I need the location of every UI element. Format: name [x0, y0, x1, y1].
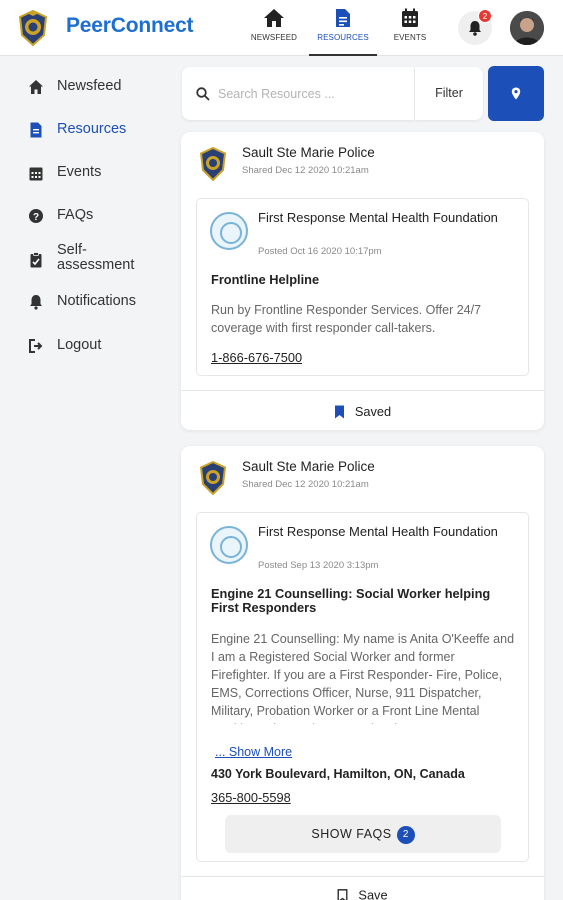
show-faqs-button[interactable]: SHOW FAQS 2 [225, 815, 501, 853]
saved-label: Saved [354, 404, 392, 420]
location-pin-icon [511, 87, 521, 100]
posted-date: Posted Oct 16 2020 10:17pm [258, 246, 382, 257]
document-icon [336, 9, 350, 27]
resource-title: Engine 21 Counselling: Social Worker hel… [211, 586, 491, 615]
poster-name[interactable]: Sault Ste Marie Police [242, 145, 375, 160]
bell-icon [469, 21, 481, 36]
show-faqs-label: SHOW FAQS [311, 827, 392, 841]
sidebar-item-label: Events [57, 164, 102, 180]
tab-events[interactable]: EVENTS [376, 8, 444, 56]
resource-title: Frontline Helpline [211, 272, 320, 287]
resource-description: Engine 21 Counselling: My name is Anita … [211, 632, 515, 724]
clipboard-icon [30, 252, 42, 268]
filter-button[interactable]: Filter [415, 67, 483, 120]
resource-phone-link[interactable]: 365-800-5598 [211, 790, 291, 805]
user-photo-icon [510, 11, 544, 45]
tab-events-label: EVENTS [393, 33, 427, 42]
logout-icon [29, 339, 43, 353]
home-icon [29, 80, 43, 94]
posted-date: Posted Sep 13 2020 3:13pm [258, 560, 379, 571]
sidebar-item-logout[interactable]: Logout [28, 337, 101, 354]
search-icon [196, 87, 210, 101]
resource-address: 430 York Boulevard, Hamilton, ON, Canada [211, 767, 465, 781]
sidebar-item-self-assessment[interactable]: Self-assessment [28, 243, 147, 273]
bookmark-filled-icon [334, 405, 344, 419]
sidebar-item-newsfeed[interactable]: Newsfeed [28, 78, 121, 95]
top-bar: PeerConnect NEWSFEED RESOURCES EVENTS 2 [0, 0, 563, 56]
search-input[interactable] [218, 83, 403, 105]
app-name[interactable]: PeerConnect [66, 14, 194, 38]
sidebar-item-notifications[interactable]: Notifications [28, 293, 136, 310]
resource-card: Sault Ste Marie Police Shared Dec 12 202… [181, 132, 544, 430]
resource-details: First Response Mental Health Foundation … [196, 512, 529, 862]
shared-date: Shared Dec 12 2020 10:21am [242, 479, 369, 490]
home-icon [264, 9, 284, 27]
bookmark-outline-icon [337, 888, 348, 900]
calendar-icon [402, 8, 418, 27]
user-avatar[interactable] [510, 11, 544, 45]
bell-icon [30, 295, 42, 310]
poster-name[interactable]: Sault Ste Marie Police [242, 459, 375, 474]
tab-resources[interactable]: RESOURCES [309, 8, 377, 56]
sidebar-item-resources[interactable]: Resources [28, 121, 126, 138]
calendar-icon [29, 167, 43, 181]
sidebar-item-label: Logout [57, 337, 102, 353]
save-button[interactable]: Save [181, 876, 544, 900]
sidebar-item-events[interactable]: Events [28, 164, 101, 181]
notification-count-badge: 2 [478, 9, 492, 23]
faq-count-badge: 2 [396, 825, 415, 844]
org-logo [210, 526, 248, 564]
resource-details: First Response Mental Health Foundation … [196, 198, 529, 376]
shared-date: Shared Dec 12 2020 10:21am [242, 165, 369, 176]
save-label: Save [358, 887, 388, 900]
saved-button[interactable]: Saved [181, 390, 544, 430]
police-badge-logo [199, 461, 227, 495]
org-name[interactable]: First Response Mental Health Foundation [258, 211, 508, 225]
resource-description: Run by Frontline Responder Services. Off… [211, 303, 482, 335]
location-button[interactable] [488, 66, 544, 121]
sidebar-item-label: Notifications [57, 293, 136, 309]
svg-text:?: ? [33, 212, 39, 223]
sidebar-item-faqs[interactable]: ? FAQs [28, 207, 93, 224]
police-badge-logo [199, 147, 227, 181]
org-name[interactable]: First Response Mental Health Foundation [258, 525, 508, 539]
tab-newsfeed[interactable]: NEWSFEED [240, 8, 308, 56]
question-icon: ? [29, 209, 43, 223]
search-bar [182, 67, 414, 120]
resource-card: Sault Ste Marie Police Shared Dec 12 202… [181, 446, 544, 900]
tab-resources-label: RESOURCES [317, 33, 369, 42]
police-badge-logo [18, 10, 48, 46]
sidebar-item-label: Resources [57, 121, 127, 137]
sidebar-item-label: Newsfeed [57, 78, 122, 94]
resource-phone-link[interactable]: 1-866-676-7500 [211, 350, 302, 365]
sidebar-item-label: Self-assessment [57, 242, 135, 273]
notifications-button[interactable]: 2 [458, 9, 492, 45]
sidebar-item-label: FAQs [57, 207, 94, 223]
org-logo [210, 212, 248, 250]
show-more-link[interactable]: ... Show More [215, 745, 292, 759]
document-icon [30, 122, 42, 138]
tab-newsfeed-label: NEWSFEED [250, 33, 298, 42]
